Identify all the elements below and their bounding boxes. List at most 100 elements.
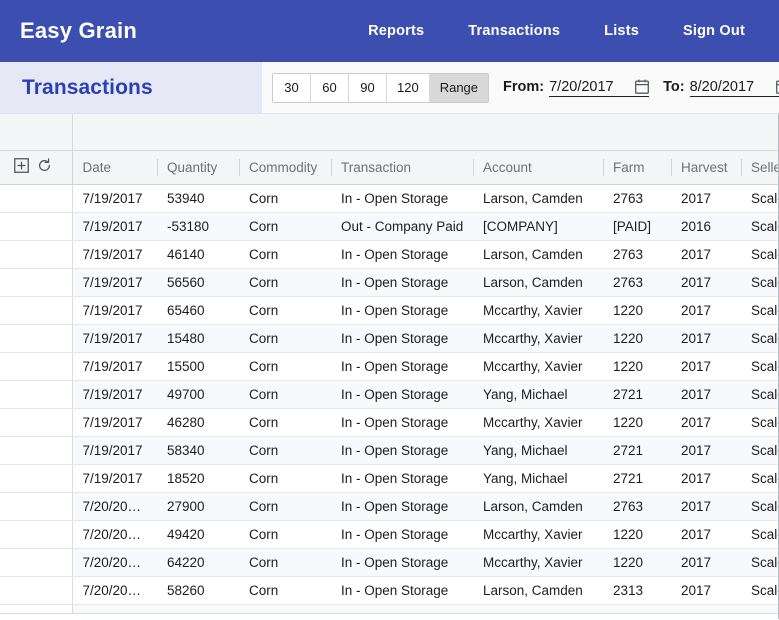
column-header-harvest[interactable]: Harvest — [671, 150, 741, 185]
cell-harvest[interactable]: 2017 — [671, 240, 741, 269]
cell-seller[interactable]: Scale — [741, 408, 778, 437]
cell-harvest[interactable]: 2017 — [671, 324, 741, 353]
cell-quantity[interactable]: 58260 — [157, 576, 239, 605]
cell-quantity[interactable]: -53180 — [157, 212, 239, 241]
table-row[interactable]: 7/19/2017 46140 Corn In - Open Storage Larso… — [0, 240, 778, 269]
column-header-quantity[interactable]: Quantity — [157, 150, 239, 185]
cell-commodity[interactable]: Corn — [239, 604, 331, 619]
cell-date[interactable]: 7/19/2017 — [72, 408, 157, 437]
cell-farm[interactable]: 2763 — [603, 184, 671, 213]
cell-date[interactable]: 7/19/2017 — [72, 436, 157, 465]
cell-seller[interactable]: Scale — [741, 520, 778, 549]
nav-item-transactions[interactable]: Transactions — [468, 23, 560, 39]
cell-transaction[interactable]: In - Open Storage — [331, 492, 473, 521]
cell-account[interactable]: Larson, Camden — [473, 576, 603, 605]
cell-harvest[interactable]: 2017 — [671, 296, 741, 325]
cell-quantity[interactable]: 15500 — [157, 352, 239, 381]
cell-quantity[interactable]: 65460 — [157, 296, 239, 325]
preset-button-30[interactable]: 30 — [273, 73, 311, 102]
cell-seller[interactable]: Scale — [741, 352, 778, 381]
cell-harvest[interactable]: 2017 — [671, 380, 741, 409]
cell-seller[interactable]: Scale — [741, 604, 778, 619]
cell-account[interactable]: Larson, Camden — [473, 268, 603, 297]
cell-quantity[interactable]: 46140 — [157, 240, 239, 269]
cell-farm[interactable]: 1220 — [603, 352, 671, 381]
cell-commodity[interactable]: Corn — [239, 520, 331, 549]
column-header-account[interactable]: Account — [473, 150, 603, 185]
cell-commodity[interactable]: Corn — [239, 324, 331, 353]
cell-farm[interactable]: 2763 — [603, 492, 671, 521]
cell-transaction[interactable]: In - Open Storage — [331, 576, 473, 605]
cell-harvest[interactable]: 2017 — [671, 436, 741, 465]
cell-farm[interactable]: 2721 — [603, 380, 671, 409]
cell-transaction[interactable]: In - Open Storage — [331, 436, 473, 465]
row-selector-cell[interactable] — [0, 520, 73, 549]
cell-seller[interactable]: Scale — [741, 548, 778, 577]
transactions-grid-container[interactable]: Date Quantity Commodity Transaction Acco… — [0, 114, 779, 619]
table-row[interactable]: 7/19/2017 58340 Corn In - Open Storage Yang,… — [0, 436, 778, 465]
cell-seller[interactable]: Scale — [741, 184, 778, 213]
cell-date[interactable]: 7/19/2017 — [72, 464, 157, 493]
cell-date[interactable]: 7/20/20… — [72, 604, 157, 619]
add-box-icon[interactable] — [14, 158, 29, 176]
column-header-seller[interactable]: Seller — [741, 150, 778, 185]
cell-harvest[interactable]: 2017 — [671, 408, 741, 437]
cell-date[interactable]: 7/19/2017 — [72, 380, 157, 409]
cell-date[interactable]: 7/19/2017 — [72, 296, 157, 325]
row-selector-cell[interactable] — [0, 548, 73, 577]
row-selector-cell[interactable] — [0, 604, 73, 619]
cell-account[interactable]: Larson, Camden — [473, 184, 603, 213]
table-row[interactable]: 7/19/2017 15500 Corn In - Open Storage Mccar… — [0, 352, 778, 381]
cell-date[interactable]: 7/19/2017 — [72, 240, 157, 269]
cell-seller[interactable]: Scale — [741, 576, 778, 605]
row-selector-cell[interactable] — [0, 576, 73, 605]
cell-farm[interactable]: 2721 — [603, 436, 671, 465]
cell-commodity[interactable]: Corn — [239, 268, 331, 297]
cell-quantity[interactable]: 58340 — [157, 436, 239, 465]
cell-account[interactable]: Mccarthy, Xavier — [473, 604, 603, 619]
cell-transaction[interactable]: In - Open Storage — [331, 548, 473, 577]
cell-farm[interactable]: 2763 — [603, 268, 671, 297]
cell-account[interactable]: Mccarthy, Xavier — [473, 296, 603, 325]
table-row[interactable]: 7/20/20… 49420 Corn In - Open Storage Mccart… — [0, 520, 778, 549]
cell-commodity[interactable]: Corn — [239, 548, 331, 577]
cell-commodity[interactable]: Corn — [239, 436, 331, 465]
cell-account[interactable]: Larson, Camden — [473, 492, 603, 521]
row-selector-cell[interactable] — [0, 492, 73, 521]
filter-cell-area[interactable] — [72, 114, 778, 151]
cell-seller[interactable]: Scale — [741, 240, 778, 269]
to-date-input-wrap[interactable] — [689, 78, 779, 97]
preset-button-120[interactable]: 120 — [387, 73, 430, 102]
table-row[interactable]: 7/19/2017 -53180 Corn Out - Company Paid [CO… — [0, 212, 778, 241]
cell-quantity[interactable]: 14620 — [157, 604, 239, 619]
nav-item-sign-out[interactable]: Sign Out — [683, 23, 745, 39]
cell-transaction[interactable]: In - Open Storage — [331, 380, 473, 409]
cell-quantity[interactable]: 64220 — [157, 548, 239, 577]
cell-quantity[interactable]: 27900 — [157, 492, 239, 521]
cell-seller[interactable]: Scale — [741, 296, 778, 325]
cell-quantity[interactable]: 46280 — [157, 408, 239, 437]
preset-button-90[interactable]: 90 — [349, 73, 387, 102]
cell-transaction[interactable]: Out - Company Paid — [331, 212, 473, 241]
cell-account[interactable]: Mccarthy, Xavier — [473, 408, 603, 437]
table-row[interactable]: 7/19/2017 49700 Corn In - Open Storage Yang,… — [0, 380, 778, 409]
cell-transaction[interactable]: In - Open Storage — [331, 184, 473, 213]
cell-date[interactable]: 7/19/2017 — [72, 324, 157, 353]
cell-farm[interactable]: 1220 — [603, 604, 671, 619]
row-selector-cell[interactable] — [0, 212, 73, 241]
cell-date[interactable]: 7/20/20… — [72, 548, 157, 577]
cell-harvest[interactable]: 2017 — [671, 492, 741, 521]
cell-account[interactable]: Yang, Michael — [473, 380, 603, 409]
row-selector-cell[interactable] — [0, 324, 73, 353]
row-selector-cell[interactable] — [0, 352, 73, 381]
table-row[interactable]: 7/20/20… 14620 Corn In - Open Storage Mccart… — [0, 604, 778, 619]
cell-date[interactable]: 7/19/2017 — [72, 212, 157, 241]
cell-harvest[interactable]: 2017 — [671, 352, 741, 381]
cell-harvest[interactable]: 2016 — [671, 212, 741, 241]
cell-transaction[interactable]: In - Open Storage — [331, 464, 473, 493]
row-selector-cell[interactable] — [0, 408, 73, 437]
row-selector-cell[interactable] — [0, 380, 73, 409]
cell-account[interactable]: [COMPANY] — [473, 212, 603, 241]
cell-account[interactable]: Mccarthy, Xavier — [473, 548, 603, 577]
table-row[interactable]: 7/20/20… 64220 Corn In - Open Storage Mccart… — [0, 548, 778, 577]
